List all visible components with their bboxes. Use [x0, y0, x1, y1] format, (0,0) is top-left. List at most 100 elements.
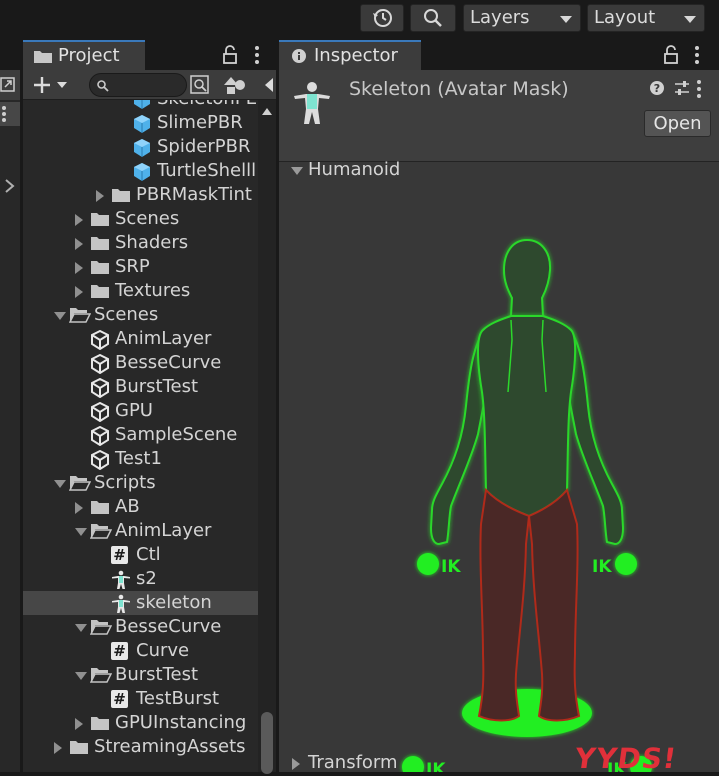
tab-project[interactable]: Project [23, 40, 145, 70]
folder-open-icon [68, 306, 92, 324]
tree-item-s2[interactable]: s2 [23, 567, 258, 591]
expand-arrow-right-icon[interactable] [96, 190, 104, 202]
left-hand-ik-toggle[interactable]: IK [417, 553, 461, 577]
more-options-icon[interactable] [691, 44, 703, 66]
tree-item-animlayer[interactable]: AnimLayer [23, 519, 258, 543]
left-leg-mask-part[interactable] [477, 487, 531, 722]
filter-icon [190, 75, 209, 94]
expand-arrow-down-icon[interactable] [75, 528, 87, 536]
scroll-thumb[interactable] [261, 712, 273, 774]
right-arm-mask-part[interactable] [567, 327, 625, 546]
expand-arrow-right-icon[interactable] [75, 502, 83, 514]
more-options-icon[interactable] [693, 78, 705, 100]
tree-item-spiderpbr[interactable]: SpiderPBR [23, 135, 258, 159]
tree-item-streamingassets[interactable]: StreamingAssets [23, 735, 258, 759]
expand-arrow-right-icon[interactable] [75, 718, 83, 730]
search-button[interactable] [410, 4, 456, 32]
search-input[interactable] [89, 73, 187, 97]
tree-item-samplescene[interactable]: SampleScene [23, 423, 258, 447]
tree-item-animlayer[interactable]: AnimLayer [23, 327, 258, 351]
folder-icon [90, 714, 110, 732]
tree-item-label: Textures [115, 280, 191, 301]
folder-open-icon [89, 618, 113, 636]
shapes-icon [224, 77, 245, 94]
create-button[interactable] [27, 72, 71, 98]
script-icon: # [111, 546, 131, 564]
avatar-mask-icon [111, 594, 131, 613]
expand-arrow-right-icon[interactable] [75, 262, 83, 274]
body-mask-part[interactable] [477, 315, 577, 518]
tree-item-slimepbr[interactable]: SlimePBR [23, 111, 258, 135]
expand-arrow-down-icon[interactable] [54, 312, 66, 320]
right-hand-ik-toggle[interactable]: IK [592, 553, 637, 577]
tree-item-label: SkeletonPE [157, 100, 257, 111]
expand-arrow-down-icon[interactable] [54, 480, 66, 488]
transform-label: Transform [308, 752, 398, 773]
right-leg-mask-part[interactable] [527, 487, 581, 722]
expand-arrow-right-icon[interactable] [54, 742, 62, 754]
inspector-panel: Inspector Skeleton (Avatar Mask) ? Open … [279, 40, 719, 775]
tab-inspector[interactable]: Inspector [279, 40, 421, 70]
expand-arrow-down-icon[interactable] [75, 624, 87, 632]
expand-arrow-down-icon[interactable] [75, 672, 87, 680]
layout-dropdown[interactable]: Layout [587, 4, 705, 32]
tree-item-shaders[interactable]: Shaders [23, 231, 258, 255]
tree-item-bessecurve[interactable]: BesseCurve [23, 615, 258, 639]
chevron-down-icon [684, 16, 696, 23]
tree-item-testburst[interactable]: # TestBurst [23, 687, 258, 711]
project-tabbar: Project [23, 40, 276, 70]
tree-item-pbrmasktint[interactable]: PBRMaskTint [23, 183, 258, 207]
head-mask-part[interactable] [502, 238, 552, 317]
scroll-up-icon[interactable] [262, 108, 272, 115]
tab-inspector-label: Inspector [314, 45, 398, 66]
humanoid-foldout[interactable]: Humanoid [279, 158, 719, 182]
chevron-right-icon[interactable] [4, 178, 16, 194]
tree-item-bursttest[interactable]: BurstTest [23, 663, 258, 687]
open-button[interactable]: Open [644, 110, 711, 137]
expand-arrow-right-icon[interactable] [75, 214, 83, 226]
search-by-type-button[interactable] [188, 73, 212, 97]
ik-label: IK [441, 557, 461, 577]
preset-icon[interactable] [673, 79, 691, 97]
tree-item-srp[interactable]: SRP [23, 255, 258, 279]
tree-item-curve[interactable]: # Curve [23, 639, 258, 663]
tree-item-scenes[interactable]: Scenes [23, 207, 258, 231]
tree-item-turtleshelll[interactable]: TurtleShelll [23, 159, 258, 183]
tree-item-gpu[interactable]: GPU [23, 399, 258, 423]
help-icon[interactable]: ? [649, 80, 665, 96]
tree-item-bursttest[interactable]: BurstTest [23, 375, 258, 399]
folder-icon [90, 258, 110, 276]
tree-item-skeleton[interactable]: skeleton [23, 591, 258, 615]
tree-item-ctl[interactable]: # Ctl [23, 543, 258, 567]
tree-item-label: TurtleShelll [157, 160, 257, 181]
chevron-left-icon[interactable] [265, 78, 273, 92]
folder-open-icon [89, 666, 113, 684]
link-icon[interactable] [0, 75, 16, 95]
tree-item-textures[interactable]: Textures [23, 279, 258, 303]
inspector-header: Skeleton (Avatar Mask) ? Open [279, 70, 719, 162]
tree-item-scenes[interactable]: Scenes [23, 303, 258, 327]
project-scrollbar[interactable] [258, 100, 276, 774]
tree-item-ab[interactable]: AB [23, 495, 258, 519]
tree-item-scripts[interactable]: Scripts [23, 471, 258, 495]
expand-arrow-right-icon[interactable] [75, 286, 83, 298]
tree-item-bessecurve[interactable]: BesseCurve [23, 351, 258, 375]
lock-icon[interactable] [663, 45, 679, 65]
layers-dropdown-label: Layers [470, 7, 530, 28]
menu-kebab-icon[interactable] [0, 102, 20, 126]
lock-icon[interactable] [222, 45, 238, 65]
more-options-icon[interactable] [251, 44, 263, 66]
layers-dropdown[interactable]: Layers [463, 4, 581, 32]
tree-item-test1[interactable]: Test1 [23, 447, 258, 471]
tree-item-gpuinstancing[interactable]: GPUInstancing [23, 711, 258, 735]
expand-arrow-right-icon[interactable] [75, 238, 83, 250]
inspector-tabbar: Inspector [279, 40, 719, 70]
history-button[interactable] [360, 4, 404, 32]
tree-item-label: skeleton [136, 592, 212, 613]
tree-item-label: Scripts [94, 472, 156, 493]
folder-icon [34, 51, 52, 63]
tree-item-label: SampleScene [115, 424, 238, 445]
search-by-label-button[interactable] [223, 73, 249, 97]
left-arm-mask-part[interactable] [429, 327, 486, 546]
tree-item-skeletonpe[interactable]: SkeletonPE [23, 100, 258, 111]
